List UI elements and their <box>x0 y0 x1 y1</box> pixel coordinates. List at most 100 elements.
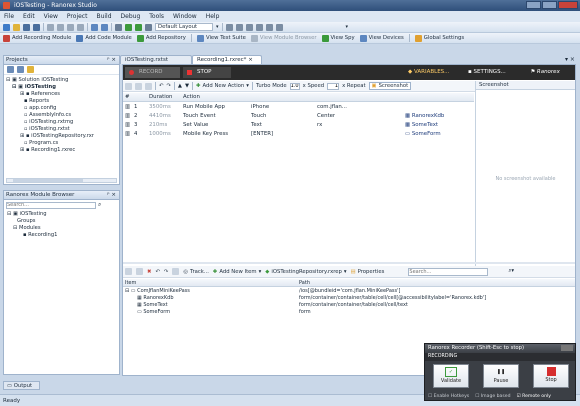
add-new-action-button[interactable]: ✚ Add New Action ▾ <box>196 83 249 89</box>
tree-item-recording[interactable]: ▪ Recording1 <box>7 232 116 239</box>
view-test-suite-button[interactable]: View Test Suite <box>196 34 246 42</box>
view-module-browser-button[interactable]: View Module Browser <box>250 34 317 42</box>
paste-icon[interactable] <box>135 82 142 90</box>
repository-row[interactable]: ▭ SomeForm form <box>123 309 575 316</box>
menu-view[interactable]: View <box>44 11 58 22</box>
repo-item-link[interactable]: ▦ SomeText <box>405 121 438 130</box>
find-in-files-icon[interactable] <box>235 23 243 31</box>
layout-select[interactable]: Default Layout <box>155 23 213 31</box>
tree-item-reports[interactable]: ▪ Reports <box>6 98 117 105</box>
variables-button[interactable]: ◆ VARIABLES... <box>408 67 449 78</box>
menu-build[interactable]: Build <box>96 11 111 22</box>
repo-item-link[interactable]: ▦ RanorexKdb <box>405 112 444 121</box>
close-icon[interactable]: ᵖ × <box>107 191 116 200</box>
menu-tools[interactable]: Tools <box>149 11 164 22</box>
tree-item-rxtst[interactable]: ▫ iOSTesting.rxtst <box>6 126 117 133</box>
add-code-module-button[interactable]: Add Code Module <box>76 34 132 42</box>
redo-icon[interactable]: ↷ <box>164 269 168 275</box>
action-row[interactable]: ▥ 4 1000ms Mobile Key Press [ENTER] ▭ So… <box>123 130 474 139</box>
redo-icon[interactable]: ↷ <box>166 83 170 89</box>
output-tab[interactable]: ▭ Output <box>3 381 40 390</box>
image-based-checkbox[interactable]: ☐ Image based <box>475 394 510 399</box>
add-recording-module-button[interactable]: Add Recording Module <box>3 34 71 42</box>
repository-row[interactable]: ⊟ ▭ ComJflanMiniKeePass /ios[@bundleid='… <box>123 288 575 295</box>
search-icon[interactable]: ⌕ <box>98 201 101 209</box>
cut-icon[interactable] <box>47 23 54 31</box>
repo-item-link[interactable]: ▭ SomeForm <box>405 130 441 139</box>
chevron-down-icon[interactable]: ▾ <box>216 24 219 30</box>
copy-icon[interactable] <box>57 23 64 31</box>
move-up-icon[interactable]: ▲ <box>178 83 182 89</box>
tree-item-project[interactable]: ⊟ ▣ iOSTesting <box>6 84 117 91</box>
undo-icon[interactable]: ↶ <box>155 269 159 275</box>
tree-item-assemblyinfo[interactable]: ▫ AssemblyInfo.cs <box>6 112 117 119</box>
speed-input[interactable] <box>289 82 300 90</box>
global-settings-button[interactable]: Global Settings <box>414 34 464 42</box>
menu-file[interactable]: File <box>4 11 14 22</box>
stop-button[interactable]: STOP <box>183 67 231 78</box>
tree-item-app-config[interactable]: ▫ app.config <box>6 105 117 112</box>
pause-button[interactable]: ❚❚ Pause <box>483 364 519 388</box>
settings-button[interactable]: ▪ SETTINGS... <box>468 67 506 78</box>
tree-item-project[interactable]: ⊟ ▣ iOSTesting <box>7 211 116 218</box>
refresh-icon[interactable] <box>17 66 24 73</box>
layout-icon[interactable] <box>145 23 152 31</box>
show-all-files-icon[interactable] <box>27 66 34 73</box>
record-button[interactable]: RECORD <box>125 67 180 78</box>
redo-icon[interactable] <box>101 23 108 31</box>
column-path[interactable]: Path <box>299 279 310 287</box>
properties-button[interactable]: ▤ Properties <box>351 269 385 275</box>
highlight-icon[interactable] <box>172 268 180 275</box>
screenshot-toggle[interactable]: ▣ Screenshot <box>368 82 412 90</box>
maximize-button[interactable] <box>542 1 557 9</box>
enable-hotkeys-checkbox[interactable]: ☐ Enable Hotkeys <box>428 394 469 399</box>
add-repository-button[interactable]: Add Repository <box>136 34 186 42</box>
chevron-down-icon[interactable]: ▾ <box>346 24 349 30</box>
menu-debug[interactable]: Debug <box>121 11 141 22</box>
repository-search-input[interactable] <box>408 267 489 276</box>
close-document-icon[interactable]: ▾ × <box>565 56 575 63</box>
tree-item-recording[interactable]: ⊞ ▪ Recording1.rxrec <box>6 147 117 154</box>
undo-icon[interactable]: ↶ <box>159 83 163 89</box>
paste-icon[interactable] <box>67 23 74 31</box>
menu-help[interactable]: Help <box>206 11 220 22</box>
tree-item-rxtmg[interactable]: ▫ iOSTesting.rxtmg <box>6 119 117 126</box>
turbo-mode-button[interactable]: Turbo Mode <box>256 83 287 89</box>
build-icon[interactable] <box>115 23 122 31</box>
find-icon[interactable] <box>225 23 233 31</box>
validate-button[interactable]: ✓ Validate <box>433 364 469 388</box>
tree-item-program[interactable]: ▫ Program.cs <box>6 140 117 147</box>
repeat-input[interactable] <box>327 82 340 90</box>
close-icon[interactable]: × <box>248 57 253 63</box>
tree-item-modules[interactable]: ⊟ Modules <box>7 225 116 232</box>
tree-item-solution[interactable]: ⊟ ▣ Solution iOSTesting <box>6 77 117 84</box>
repository-row[interactable]: ▦ RanorexKdb form/container/container/ta… <box>123 295 575 302</box>
tree-item-groups[interactable]: Groups <box>7 218 116 225</box>
column-number[interactable]: # <box>125 93 130 102</box>
track-button[interactable]: ◎ Track... <box>183 269 209 275</box>
tree-item-repository[interactable]: ⊞ ▪ iOSTestingRepository.rxr <box>6 133 117 140</box>
open-icon[interactable] <box>13 23 20 31</box>
menu-project[interactable]: Project <box>67 11 88 22</box>
bookmark-next-icon[interactable] <box>255 23 263 31</box>
move-down-icon[interactable]: ▼ <box>185 83 189 89</box>
delete-icon[interactable]: ✖ <box>147 269 151 275</box>
add-new-item-button[interactable]: ✚ Add New Item ▾ <box>213 269 261 275</box>
column-duration[interactable]: Duration <box>149 93 172 102</box>
column-item[interactable]: Item <box>125 279 136 287</box>
menu-edit[interactable]: Edit <box>23 11 35 22</box>
action-row[interactable]: ▥ 3 210ms Set Value Text rx ▦ SomeText <box>123 121 474 130</box>
column-action[interactable]: Action <box>183 93 200 102</box>
horizontal-scrollbar[interactable] <box>6 178 117 183</box>
copy-icon[interactable] <box>125 82 132 90</box>
splitter[interactable] <box>123 262 575 264</box>
remote-only-checkbox[interactable]: ☑ Remote only <box>517 394 552 399</box>
save-icon[interactable] <box>23 23 30 31</box>
search-icon[interactable] <box>275 23 283 31</box>
menu-window[interactable]: Window <box>173 11 197 22</box>
stop-button[interactable]: Stop <box>533 364 569 388</box>
recorder-minimize-button[interactable] <box>561 345 573 351</box>
action-row[interactable]: ▥ 1 3500ms Run Mobile App iPhone com.jfl… <box>123 103 474 112</box>
tree-item-references[interactable]: ⊞ ▪ References <box>6 91 117 98</box>
tab-testsuite[interactable]: iOSTesting.rxtst <box>120 55 192 64</box>
